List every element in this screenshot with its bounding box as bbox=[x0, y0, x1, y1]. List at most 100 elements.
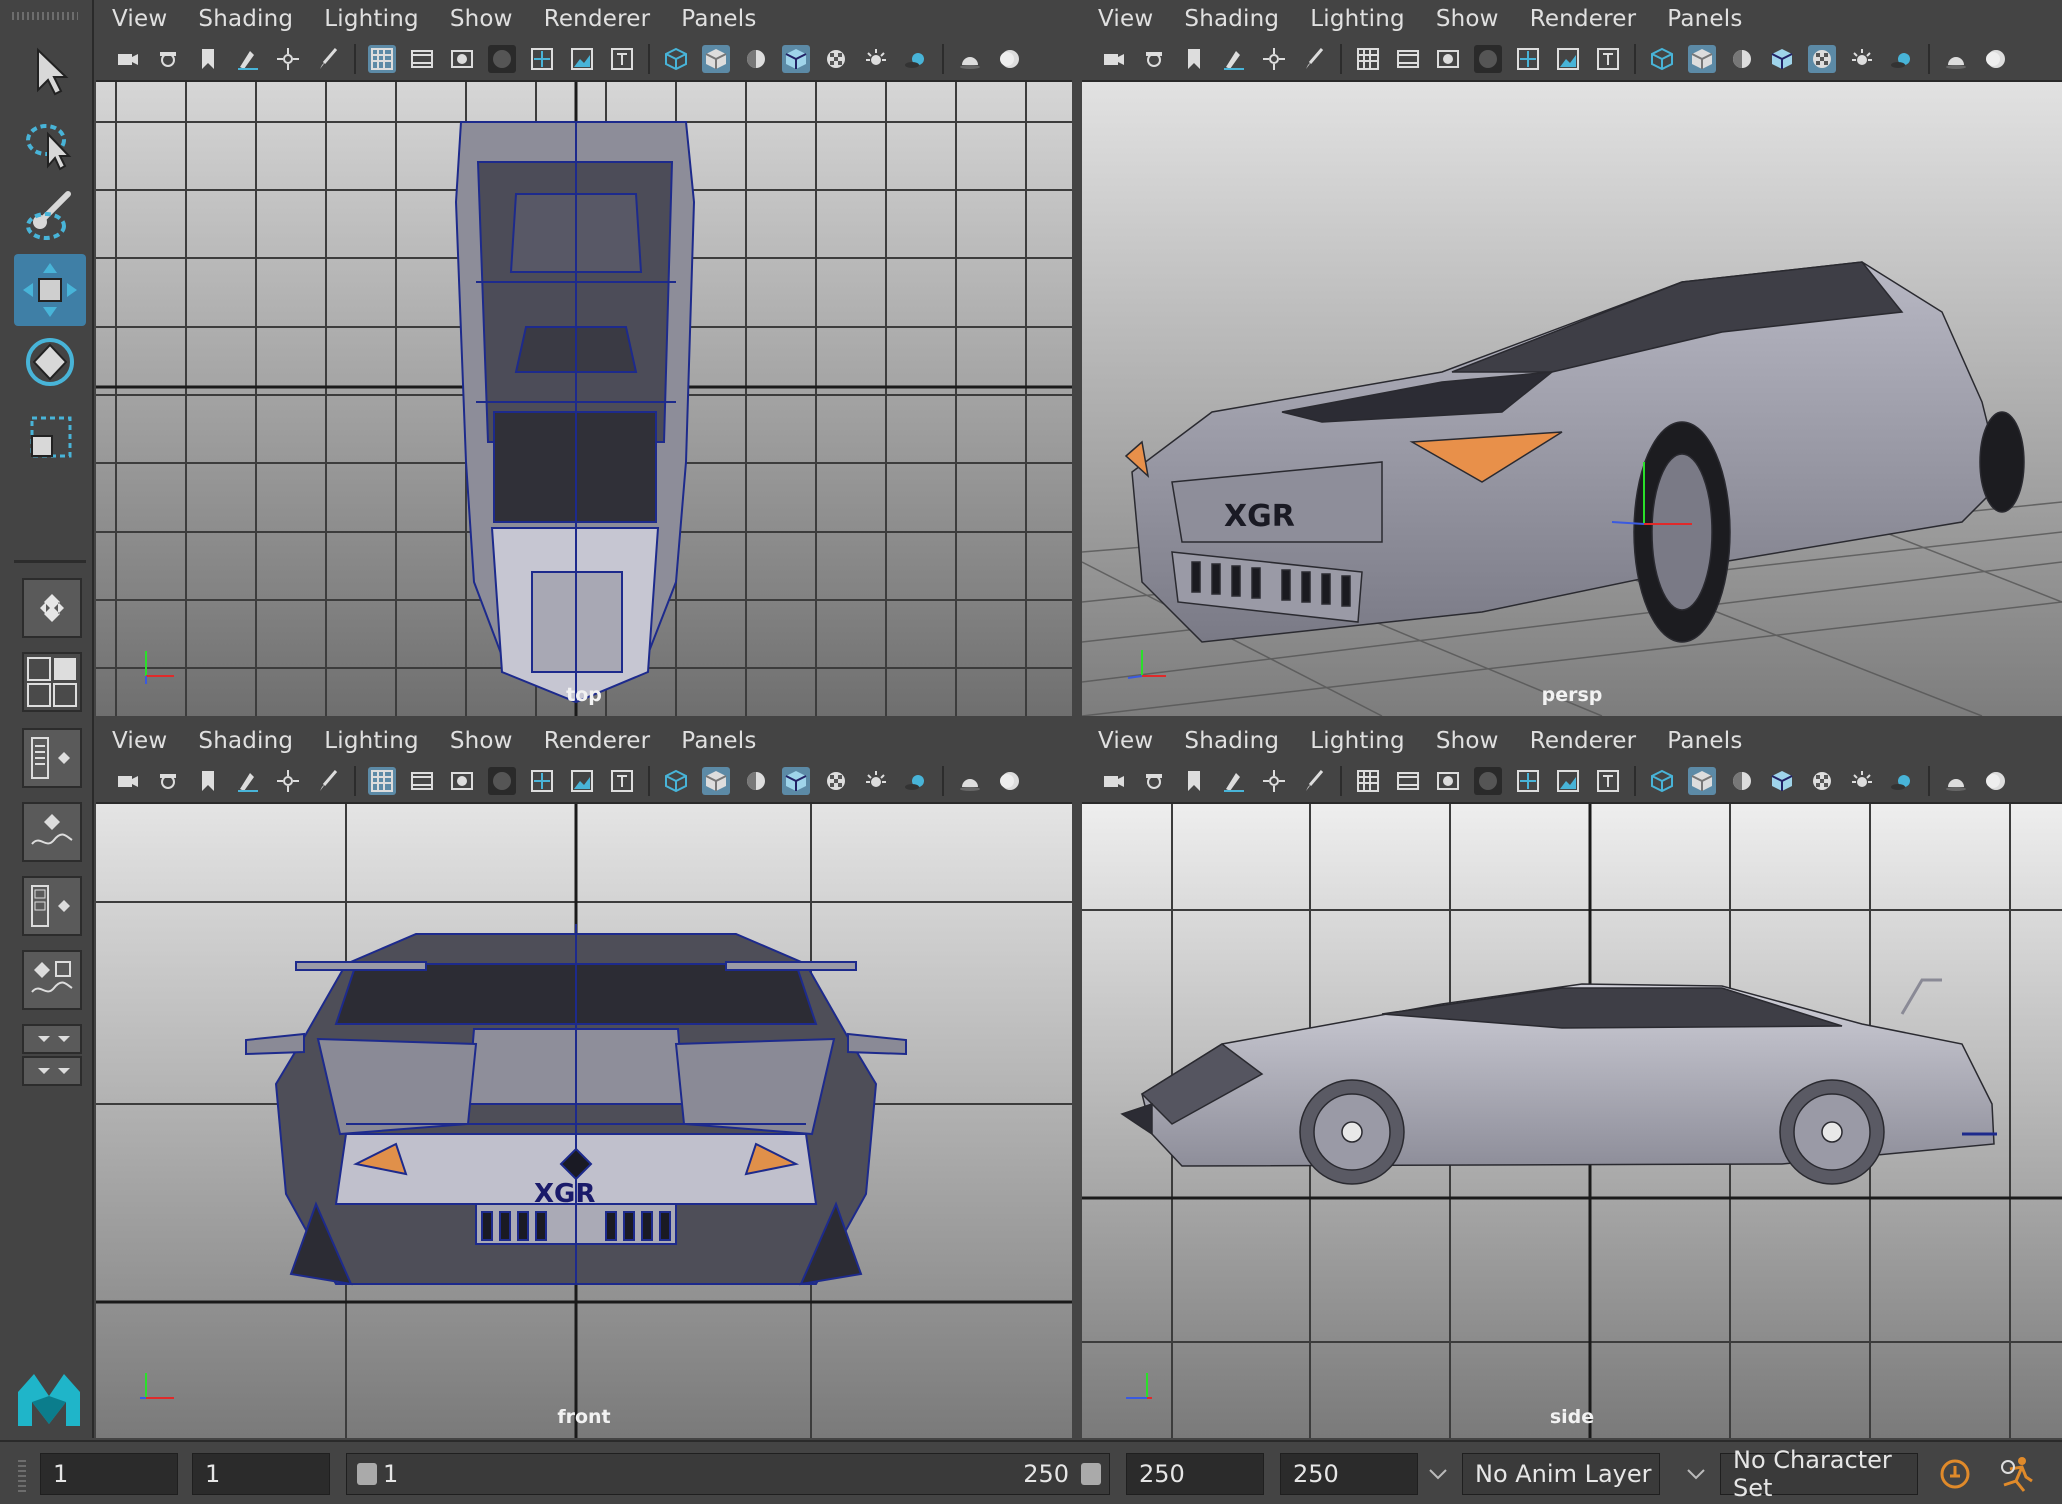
viewport-canvas[interactable]: side bbox=[1082, 804, 2062, 1438]
four-pane-layout-button[interactable] bbox=[22, 652, 82, 712]
animation-start-field[interactable]: 1 bbox=[40, 1453, 178, 1495]
resolution-gate-icon[interactable] bbox=[448, 45, 476, 73]
use-all-lights-icon[interactable] bbox=[862, 45, 890, 73]
menu-shading[interactable]: Shading bbox=[1184, 728, 1279, 754]
menu-view[interactable]: View bbox=[1098, 6, 1153, 32]
resolution-gate-icon[interactable] bbox=[1434, 45, 1462, 73]
menu-shading[interactable]: Shading bbox=[198, 6, 293, 32]
move-tool-icon[interactable] bbox=[14, 254, 86, 326]
playback-end-field[interactable]: 250 bbox=[1126, 1453, 1264, 1495]
ambient-occlusion-icon[interactable] bbox=[1942, 767, 1970, 795]
textured-icon[interactable] bbox=[1808, 767, 1836, 795]
wireframe-on-shaded-icon[interactable] bbox=[1768, 767, 1796, 795]
menu-show[interactable]: Show bbox=[450, 728, 513, 754]
film-gate-icon[interactable] bbox=[408, 45, 436, 73]
select-camera-icon[interactable] bbox=[114, 45, 142, 73]
menu-shading[interactable]: Shading bbox=[198, 728, 293, 754]
use-all-lights-icon[interactable] bbox=[862, 767, 890, 795]
custom-layout-dropdown-icon-2[interactable] bbox=[22, 1056, 82, 1086]
use-default-material-icon[interactable] bbox=[742, 45, 770, 73]
use-all-lights-icon[interactable] bbox=[1848, 45, 1876, 73]
smooth-shade-icon[interactable] bbox=[702, 45, 730, 73]
field-chart-icon[interactable] bbox=[1514, 45, 1542, 73]
safe-action-icon[interactable] bbox=[1554, 767, 1582, 795]
film-gate-icon[interactable] bbox=[408, 767, 436, 795]
smooth-shade-icon[interactable] bbox=[1688, 767, 1716, 795]
use-default-material-icon[interactable] bbox=[1728, 45, 1756, 73]
safe-title-icon[interactable] bbox=[608, 767, 636, 795]
shadows-icon[interactable] bbox=[1888, 45, 1916, 73]
shadows-icon[interactable] bbox=[902, 45, 930, 73]
gate-mask-icon[interactable] bbox=[488, 45, 516, 73]
wireframe-icon[interactable] bbox=[1648, 45, 1676, 73]
bookmark-icon[interactable] bbox=[1180, 45, 1208, 73]
bar-grip[interactable] bbox=[18, 1458, 26, 1492]
grid-icon[interactable] bbox=[368, 767, 396, 795]
menu-panels[interactable]: Panels bbox=[681, 728, 756, 754]
wireframe-icon[interactable] bbox=[662, 45, 690, 73]
smooth-shade-icon[interactable] bbox=[1688, 45, 1716, 73]
range-end-handle[interactable] bbox=[1081, 1463, 1101, 1485]
viewport-persp[interactable]: View Shading Lighting Show Renderer Pane… bbox=[1082, 0, 2062, 716]
use-default-material-icon[interactable] bbox=[1728, 767, 1756, 795]
render-layout-button[interactable] bbox=[22, 950, 82, 1010]
menu-panels[interactable]: Panels bbox=[1667, 728, 1742, 754]
resolution-gate-icon[interactable] bbox=[1434, 767, 1462, 795]
outliner-layout-button[interactable] bbox=[22, 728, 82, 788]
field-chart-icon[interactable] bbox=[528, 767, 556, 795]
anti-aliasing-icon[interactable] bbox=[1982, 45, 2010, 73]
grid-icon[interactable] bbox=[1354, 767, 1382, 795]
paint-select-tool-icon[interactable] bbox=[14, 180, 86, 252]
camera-attributes-icon[interactable] bbox=[1140, 45, 1168, 73]
select-tool-icon[interactable] bbox=[14, 36, 86, 108]
menu-panels[interactable]: Panels bbox=[681, 6, 756, 32]
anti-aliasing-icon[interactable] bbox=[996, 45, 1024, 73]
lasso-tool-icon[interactable] bbox=[14, 108, 86, 180]
safe-action-icon[interactable] bbox=[568, 45, 596, 73]
wireframe-on-shaded-icon[interactable] bbox=[782, 45, 810, 73]
viewport-canvas[interactable]: XGR front bbox=[96, 804, 1072, 1438]
anti-aliasing-icon[interactable] bbox=[996, 767, 1024, 795]
menu-view[interactable]: View bbox=[112, 6, 167, 32]
two-d-pan-zoom-icon[interactable] bbox=[274, 767, 302, 795]
menu-show[interactable]: Show bbox=[450, 6, 513, 32]
anim-layer-field[interactable]: No Anim Layer bbox=[1462, 1453, 1660, 1495]
image-plane-icon[interactable] bbox=[1220, 45, 1248, 73]
bookmark-icon[interactable] bbox=[194, 45, 222, 73]
safe-title-icon[interactable] bbox=[608, 45, 636, 73]
wireframe-icon[interactable] bbox=[1648, 767, 1676, 795]
camera-attributes-icon[interactable] bbox=[1140, 767, 1168, 795]
ambient-occlusion-icon[interactable] bbox=[1942, 45, 1970, 73]
menu-lighting[interactable]: Lighting bbox=[324, 728, 419, 754]
two-d-pan-zoom-icon[interactable] bbox=[274, 45, 302, 73]
textured-icon[interactable] bbox=[822, 767, 850, 795]
toolbox-grip[interactable] bbox=[12, 12, 78, 20]
menu-renderer[interactable]: Renderer bbox=[1530, 6, 1637, 32]
image-plane-icon[interactable] bbox=[1220, 767, 1248, 795]
range-start-handle[interactable] bbox=[357, 1463, 377, 1485]
field-chart-icon[interactable] bbox=[1514, 767, 1542, 795]
menu-shading[interactable]: Shading bbox=[1184, 6, 1279, 32]
gate-mask-icon[interactable] bbox=[1474, 45, 1502, 73]
bookmark-icon[interactable] bbox=[194, 767, 222, 795]
textured-icon[interactable] bbox=[822, 45, 850, 73]
viewport-canvas[interactable]: top bbox=[96, 82, 1072, 716]
safe-title-icon[interactable] bbox=[1594, 45, 1622, 73]
camera-attributes-icon[interactable] bbox=[154, 767, 182, 795]
grid-icon[interactable] bbox=[368, 45, 396, 73]
grease-pencil-icon[interactable] bbox=[1300, 45, 1328, 73]
camera-attributes-icon[interactable] bbox=[154, 45, 182, 73]
scale-tool-icon[interactable] bbox=[14, 400, 86, 472]
wireframe-icon[interactable] bbox=[662, 767, 690, 795]
select-camera-icon[interactable] bbox=[1100, 45, 1128, 73]
gate-mask-icon[interactable] bbox=[488, 767, 516, 795]
animation-end-field[interactable]: 250 bbox=[1280, 1453, 1418, 1495]
wireframe-on-shaded-icon[interactable] bbox=[782, 767, 810, 795]
grease-pencil-icon[interactable] bbox=[314, 45, 342, 73]
safe-title-icon[interactable] bbox=[1594, 767, 1622, 795]
menu-panels[interactable]: Panels bbox=[1667, 6, 1742, 32]
character-running-icon[interactable] bbox=[1996, 1453, 2040, 1495]
range-slider[interactable]: 1 250 bbox=[346, 1453, 1110, 1495]
select-camera-icon[interactable] bbox=[1100, 767, 1128, 795]
field-chart-icon[interactable] bbox=[528, 45, 556, 73]
